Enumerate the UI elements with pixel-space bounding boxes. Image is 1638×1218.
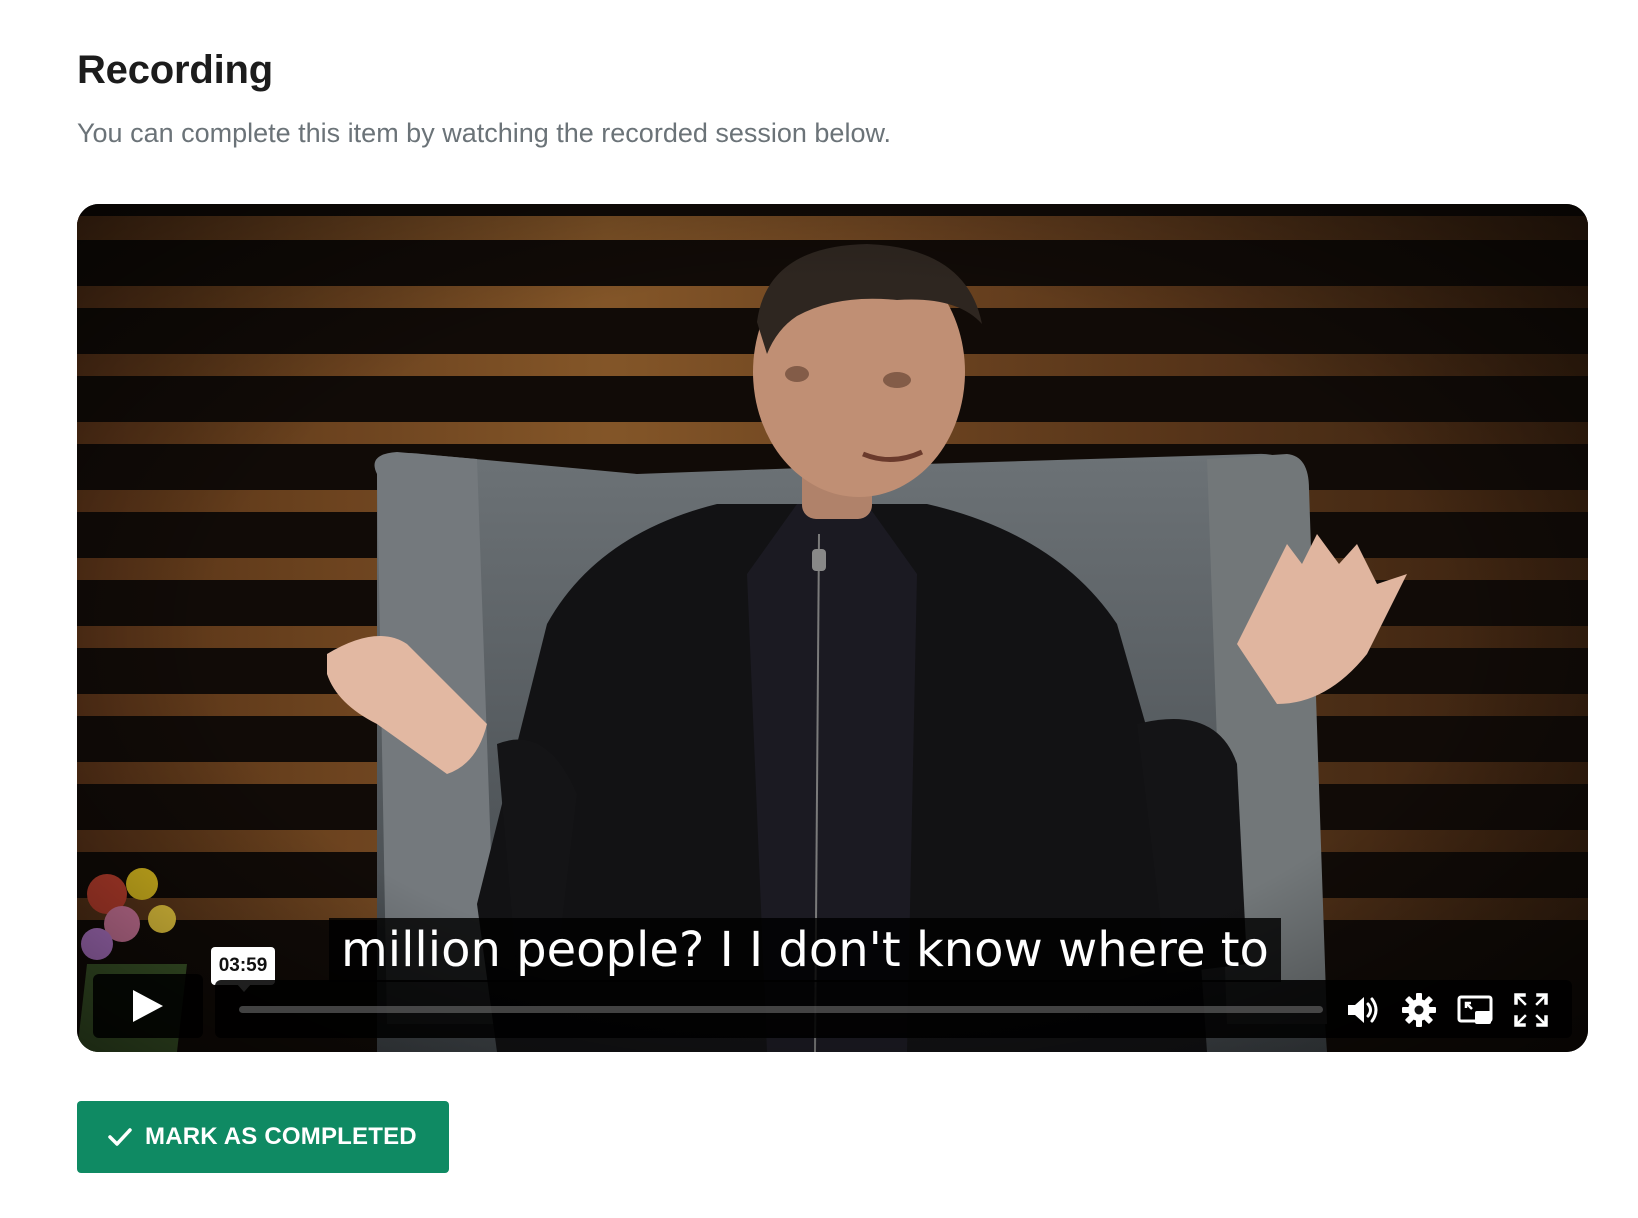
check-icon bbox=[108, 1128, 132, 1146]
control-bar bbox=[215, 980, 1572, 1038]
play-icon bbox=[133, 990, 163, 1022]
subtitle-caption: million people? I I don't know where to bbox=[329, 918, 1281, 982]
play-button[interactable] bbox=[93, 974, 203, 1038]
pip-button[interactable] bbox=[1457, 992, 1493, 1028]
picture-in-picture-icon bbox=[1457, 995, 1493, 1024]
page-title: Recording bbox=[77, 48, 273, 92]
settings-button[interactable] bbox=[1401, 992, 1437, 1028]
video-player[interactable]: million people? I I don't know where to … bbox=[77, 204, 1588, 1052]
gear-icon bbox=[1402, 993, 1436, 1027]
page-subtitle: You can complete this item by watching t… bbox=[77, 118, 891, 148]
fullscreen-button[interactable] bbox=[1513, 992, 1549, 1028]
volume-button[interactable] bbox=[1345, 992, 1381, 1028]
mark-as-completed-button[interactable]: MARK AS COMPLETED bbox=[77, 1101, 449, 1173]
mark-as-completed-label: MARK AS COMPLETED bbox=[145, 1123, 417, 1150]
progress-bar[interactable] bbox=[239, 1006, 1323, 1013]
fullscreen-icon bbox=[1514, 993, 1548, 1027]
volume-icon bbox=[1348, 997, 1378, 1023]
